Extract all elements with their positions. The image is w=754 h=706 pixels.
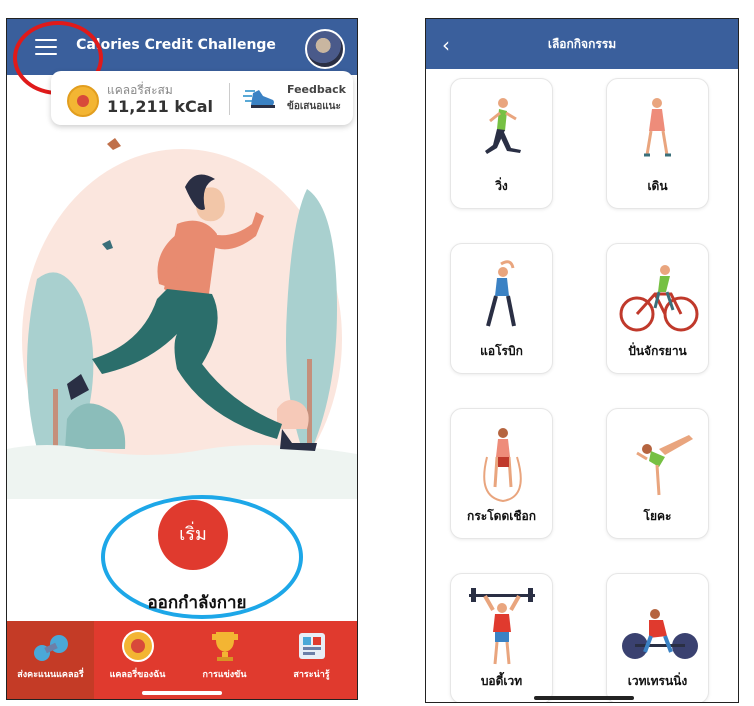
coin-icon xyxy=(122,630,154,662)
activity-tile-cycling[interactable]: ปั่นจักรยาน xyxy=(606,243,709,374)
activity-label: เดิน xyxy=(647,179,668,193)
running-icon xyxy=(485,98,521,154)
runner-illustration xyxy=(7,138,357,499)
nav-label: สาระน่ารู้ xyxy=(293,670,330,680)
exercise-label: ออกกำลังกาย xyxy=(147,593,247,613)
nav-label: ส่งคะแนนแคลอรี่ xyxy=(17,670,84,680)
bodyweight-icon xyxy=(469,588,535,665)
activity-label: ปั่นจักรยาน xyxy=(628,344,687,358)
shoe-icon[interactable] xyxy=(241,85,277,113)
divider xyxy=(229,83,230,115)
activity-tile-walking[interactable]: เดิน xyxy=(606,78,709,209)
coin-icon xyxy=(67,85,99,117)
feedback-title[interactable]: Feedback xyxy=(287,83,346,96)
page-title: เลือกกิจกรรม xyxy=(547,37,617,51)
activity-tile-jump-rope[interactable]: กระโดดเชือก xyxy=(450,408,553,539)
calorie-value: 11,211 kCal xyxy=(107,97,213,116)
activity-tile-weight-training[interactable]: เวทเทรนนิ่ง xyxy=(606,573,709,702)
nav-item-submit-calories[interactable]: ส่งคะแนนแคลอรี่ xyxy=(7,621,94,699)
activity-tile-yoga[interactable]: โยคะ xyxy=(606,408,709,539)
activity-tile-aerobic[interactable]: แอโรบิก xyxy=(450,243,553,374)
info-icon xyxy=(299,633,325,659)
cycling-icon xyxy=(619,265,699,332)
activity-label: กระโดดเชือก xyxy=(467,509,536,523)
nav-item-my-calories[interactable]: แคลอรี่ของฉัน xyxy=(94,621,181,699)
aerobic-icon xyxy=(486,260,516,327)
home-indicator xyxy=(142,691,222,695)
nav-label: การแข่งขัน xyxy=(202,670,247,680)
activity-label: เวทเทรนนิ่ง xyxy=(627,674,688,688)
left-phone-screen: Calories Credit Challenge แคลอรี่สะสม 11… xyxy=(6,18,358,700)
nav-item-knowledge[interactable]: สาระน่ารู้ xyxy=(268,621,355,699)
bottom-navigation: ส่งคะแนนแคลอรี่ แคลอรี่ของฉัน การแข่งขัน xyxy=(7,621,357,699)
home-indicator xyxy=(534,696,634,700)
top-app-bar: ‹ เลือกกิจกรรม xyxy=(426,19,738,69)
feedback-subtitle[interactable]: ข้อเสนอแนะ xyxy=(287,99,341,114)
nav-label: แคลอรี่ของฉัน xyxy=(109,670,166,680)
activity-tile-running[interactable]: วิ่ง xyxy=(450,78,553,209)
calorie-card: แคลอรี่สะสม 11,211 kCal Feedback ข้อเสนอ… xyxy=(51,71,353,125)
activity-label: โยคะ xyxy=(643,509,672,523)
dumbbell-icon xyxy=(34,635,68,661)
yoga-icon xyxy=(636,435,693,496)
avatar[interactable] xyxy=(305,29,345,69)
nav-item-competition[interactable]: การแข่งขัน xyxy=(181,621,268,699)
activity-label: แอโรบิก xyxy=(480,344,523,358)
activity-tile-bodyweight[interactable]: บอดี้เวท xyxy=(450,573,553,702)
trophy-icon xyxy=(212,632,238,661)
walking-icon xyxy=(644,98,671,157)
right-phone-screen: ‹ เลือกกิจกรรม วิ่ง เดิน แอโรบิก ปั่นจัก… xyxy=(425,18,739,703)
weight-training-icon xyxy=(622,609,698,659)
activity-label: วิ่ง xyxy=(495,179,508,193)
jump-rope-icon xyxy=(483,428,522,503)
activity-label: บอดี้เวท xyxy=(480,674,523,688)
